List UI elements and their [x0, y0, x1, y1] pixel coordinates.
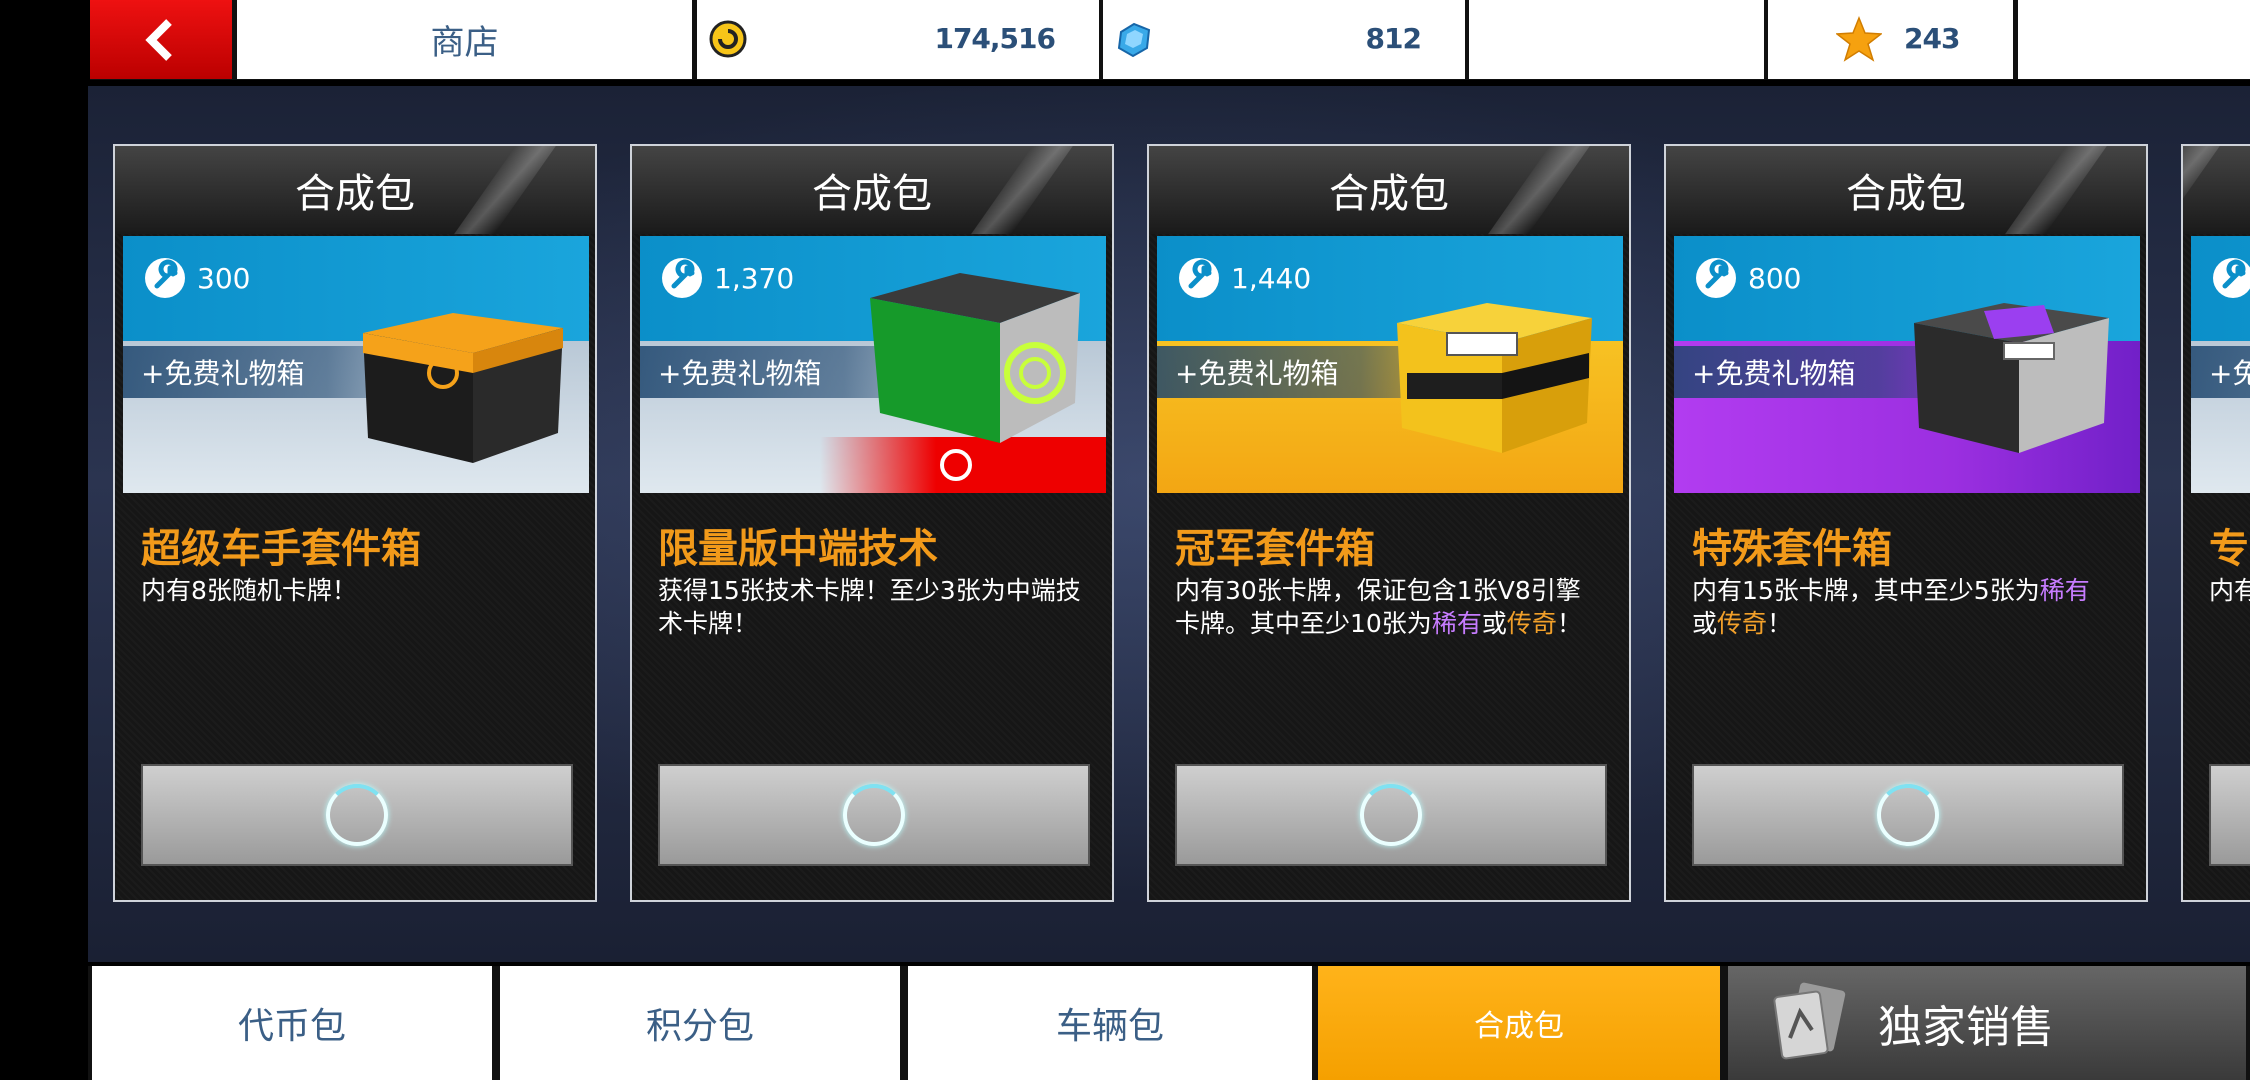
tab-token-packs[interactable]: 代币包	[92, 966, 492, 1080]
star-value: 243	[1904, 22, 1960, 55]
pack-card[interactable]: 合成包 1,370 +免费礼物箱 限量版中端技术 获得15张技术卡牌！至少3张为…	[630, 144, 1114, 902]
cost	[2211, 256, 2250, 300]
cost: 300	[143, 256, 250, 300]
tab-exclusive-label: 独家销售	[1878, 1002, 2054, 1053]
gem-icon	[1117, 22, 1151, 58]
card-banner: 1,370 +免费礼物箱	[640, 236, 1106, 493]
cost-value: 1,370	[714, 261, 795, 295]
card-description: 内有	[2209, 576, 2250, 605]
card-title: 超级车手套件箱	[141, 526, 421, 572]
buy-button[interactable]	[658, 764, 1090, 866]
empty-slot	[1469, 0, 1764, 79]
card-header: 合成包	[632, 146, 1112, 234]
cost: 800	[1694, 256, 1801, 300]
card-header: 合成包	[1149, 146, 1629, 234]
wrench-icon	[662, 258, 702, 298]
tab-fusion-packs[interactable]: 合成包	[1318, 966, 1720, 1080]
pack-card[interactable]: 合成包 1,440 +免费礼物箱 冠军套件箱 内有30张卡牌，保证包含1张V8引…	[1147, 144, 1631, 902]
orange-chest-icon	[363, 313, 563, 463]
wrench-icon	[145, 258, 185, 298]
cost-value: 300	[197, 261, 251, 295]
timer-icon	[940, 449, 972, 481]
gem-balance[interactable]: 812	[1103, 0, 1465, 79]
pack-card[interactable]: 合成包 300 +免费礼物箱 超级车手套件箱 内有8张随机卡牌！	[113, 144, 597, 902]
cost-value: 800	[1748, 261, 1802, 295]
buy-button[interactable]	[2209, 764, 2250, 866]
cost: 1,370	[660, 256, 794, 300]
coin-balance[interactable]: 174,516	[697, 0, 1099, 79]
card-banner: +免	[2191, 236, 2250, 493]
coin-icon	[709, 20, 747, 58]
cost: 1,440	[1177, 256, 1311, 300]
star-balance[interactable]: 243	[1768, 0, 2013, 79]
gold-chest-icon	[1397, 303, 1592, 453]
empty-slot-right	[2018, 0, 2250, 79]
loading-spinner-icon	[326, 784, 388, 846]
buy-button[interactable]	[141, 764, 573, 866]
card-banner: 800 +免费礼物箱	[1674, 236, 2140, 493]
free-gift-label: +免	[2191, 346, 2250, 398]
loading-spinner-icon	[843, 784, 905, 846]
card-title: 特殊套件箱	[1692, 526, 1892, 572]
cost-value: 1,440	[1231, 261, 1312, 295]
tab-vehicle-packs[interactable]: 车辆包	[908, 966, 1312, 1080]
page-title: 商店	[237, 0, 692, 79]
back-button[interactable]	[90, 0, 232, 79]
card-header	[2183, 146, 2250, 234]
coin-value: 174,516	[934, 22, 1056, 55]
cards-icon	[1773, 982, 1846, 1060]
pack-card[interactable]: +免 专 内有	[2181, 144, 2250, 902]
card-description: 内有15张卡牌，其中至少5张为稀有 或传奇！	[1692, 576, 2090, 638]
purple-chest-icon	[1914, 303, 2109, 453]
card-title: 专	[2209, 526, 2249, 572]
gem-value: 812	[1365, 22, 1422, 55]
star-icon	[1836, 16, 1882, 62]
card-header: 合成包	[115, 146, 595, 234]
card-description: 获得15张技术卡牌！至少3张为中端技术卡牌！	[658, 576, 1081, 638]
chevron-left-icon	[145, 18, 172, 61]
wrench-icon	[2213, 258, 2250, 298]
card-description: 内有30张卡牌，保证包含1张V8引擎卡牌。其中至少10张为稀有或传奇！	[1175, 576, 1582, 638]
card-title: 限量版中端技术	[658, 526, 938, 572]
card-description: 内有8张随机卡牌！	[141, 576, 357, 605]
loading-spinner-icon	[1360, 784, 1422, 846]
loading-spinner-icon	[1877, 784, 1939, 846]
tab-exclusive-sale[interactable]: 独家销售	[1728, 966, 2246, 1080]
green-chest-icon	[870, 273, 1080, 443]
wrench-icon	[1696, 258, 1736, 298]
buy-button[interactable]	[1175, 764, 1607, 866]
card-header: 合成包	[1666, 146, 2146, 234]
buy-button[interactable]	[1692, 764, 2124, 866]
card-banner: 300 +免费礼物箱	[123, 236, 589, 493]
tab-point-packs[interactable]: 积分包	[500, 966, 900, 1080]
card-banner: 1,440 +免费礼物箱	[1157, 236, 1623, 493]
pack-card[interactable]: 合成包 800 +免费礼物箱 特殊套件箱 内有15张卡牌，其中至少5张为稀有 或传…	[1664, 144, 2148, 902]
card-title: 冠军套件箱	[1175, 526, 1375, 572]
shop-content: 合成包 300 +免费礼物箱 超级车手套件箱 内有8张随机卡牌！ 合成包 1,3…	[88, 86, 2250, 962]
wrench-icon	[1179, 258, 1219, 298]
